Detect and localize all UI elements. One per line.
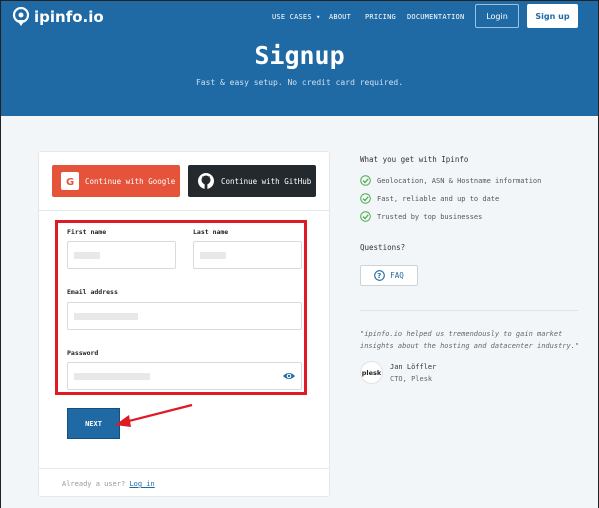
divider (360, 310, 578, 311)
testimonial-quote: "ipinfo.io helped us tremendously to gai… (360, 330, 580, 350)
testimonial-name: Jan Löffler (390, 363, 437, 371)
github-icon (198, 173, 214, 189)
benefit-item: Trusted by top businesses (360, 211, 482, 222)
benefit-item: Fast, reliable and up to date (360, 193, 499, 204)
page-title: Signup (254, 41, 345, 70)
check-circle-icon (360, 211, 371, 222)
svg-text:?: ? (377, 272, 381, 280)
github-button-label: Continue with GitHub (221, 176, 312, 186)
footer-prompt: Already a user? Log in (62, 480, 155, 488)
divider (38, 210, 330, 211)
google-button-label: Continue with Google (85, 176, 176, 186)
location-pin-icon (12, 7, 30, 26)
check-circle-icon (360, 175, 371, 186)
testimonial-role: CTO, Plesk (390, 375, 433, 383)
signup-button[interactable]: Sign up (527, 4, 578, 28)
logo[interactable]: ipinfo.io (12, 7, 104, 27)
continue-with-google-button[interactable]: G Continue with Google (52, 165, 180, 197)
page-subtitle: Fast & easy setup. No credit card requir… (195, 78, 404, 87)
arrow-annotation-icon (115, 403, 193, 427)
nav-about[interactable]: ABOUT (329, 13, 351, 21)
questions-title: Questions? (360, 243, 406, 252)
benefits-title: What you get with Ipinfo (360, 155, 469, 164)
svg-text:G: G (66, 177, 74, 186)
login-button[interactable]: Login (475, 4, 519, 28)
caret-down-icon: ▾ (316, 13, 321, 21)
check-circle-icon (360, 193, 371, 204)
nav-documentation[interactable]: DOCUMENTATION (407, 13, 464, 21)
faq-button[interactable]: ? FAQ (360, 265, 418, 286)
google-icon: G (61, 172, 79, 190)
login-link[interactable]: Log in (129, 480, 154, 488)
highlight-box (55, 220, 307, 395)
continue-with-github-button[interactable]: Continue with GitHub (188, 165, 316, 197)
nav-use-cases[interactable]: USE CASES ▾ (272, 13, 321, 21)
logo-text: ipinfo.io (34, 8, 104, 26)
question-circle-icon: ? (374, 270, 386, 281)
avatar: plesk (360, 361, 383, 384)
nav-pricing[interactable]: PRICING (365, 13, 396, 21)
benefit-item: Geolocation, ASN & Hostname information (360, 175, 541, 186)
